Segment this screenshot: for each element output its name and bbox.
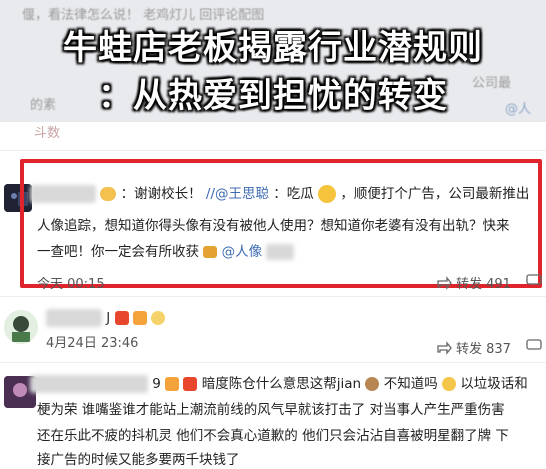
comment-3-line-2: 梗为荣 谁嘴鉴谁才能站上潮流前线的风气早就该打击了 对当事人产生严重伤害 [37, 402, 505, 418]
forward-count: 转发 837 [456, 342, 511, 357]
comment-button[interactable] [526, 338, 542, 352]
comment-3-line-3: 还在乐此不疲的抖机灵 他们不会真心道歉的 他们只会沾沾自喜被明星翻了牌 下 [37, 428, 509, 444]
forward-count: 转发 491 [456, 277, 511, 292]
comment-text-c: 以垃圾话和 [460, 376, 528, 392]
divider [0, 362, 546, 363]
headline-line-2: ：从热爱到担忧的转变 [98, 76, 448, 116]
username-redacted[interactable] [46, 309, 102, 327]
laugh-emoji-icon [442, 377, 457, 391]
headline-line-1: 牛蛙店老板揭露行业潜规则 [63, 28, 483, 68]
forward-icon [437, 340, 452, 355]
forward-button[interactable]: 转发 491 [436, 273, 511, 292]
ear-emoji-icon [151, 311, 166, 325]
member-badge-icon [183, 377, 198, 391]
comment-button[interactable] [526, 273, 542, 287]
comment-text: 暗度陈仓什么意思这帮jian [201, 376, 362, 392]
username-suffix: J [106, 310, 111, 326]
username-suffix: 9 [152, 376, 161, 392]
verified-v-icon [165, 377, 180, 391]
comment-feed: 斗数 ：谢谢校长！ //@王思聪 ：吃瓜 ，顺便打个广告，公司最新推出 人像追踪… [0, 122, 546, 469]
avatar[interactable] [4, 310, 38, 344]
comment-icon [526, 274, 542, 285]
divider [0, 296, 546, 297]
feed-top-label: 斗数 [34, 126, 61, 141]
divider [0, 150, 546, 151]
highlight-box [20, 159, 542, 288]
forward-button[interactable]: 转发 837 [436, 338, 511, 357]
comment-2-header: J [46, 306, 166, 330]
verified-v-icon [114, 311, 129, 325]
comment-text-b: 不知道吗 [383, 376, 438, 392]
comment-3-line-1: 9 暗度陈仓什么意思这帮jian 不知道吗 以垃圾话和 [30, 372, 528, 396]
comment-icon [526, 339, 542, 350]
username-redacted[interactable] [30, 375, 148, 393]
forward-icon [437, 275, 452, 290]
comment-2-time: 4月24日 23:46 [46, 336, 139, 351]
monkey-emoji-icon [365, 377, 380, 391]
comment-1-time: 今天 00:15 [37, 277, 105, 292]
comment-3-line-4: 接广告的时候又能多要两千块钱了 [37, 452, 240, 468]
avatar-image-icon [4, 310, 38, 344]
member-badge-icon [132, 311, 147, 325]
